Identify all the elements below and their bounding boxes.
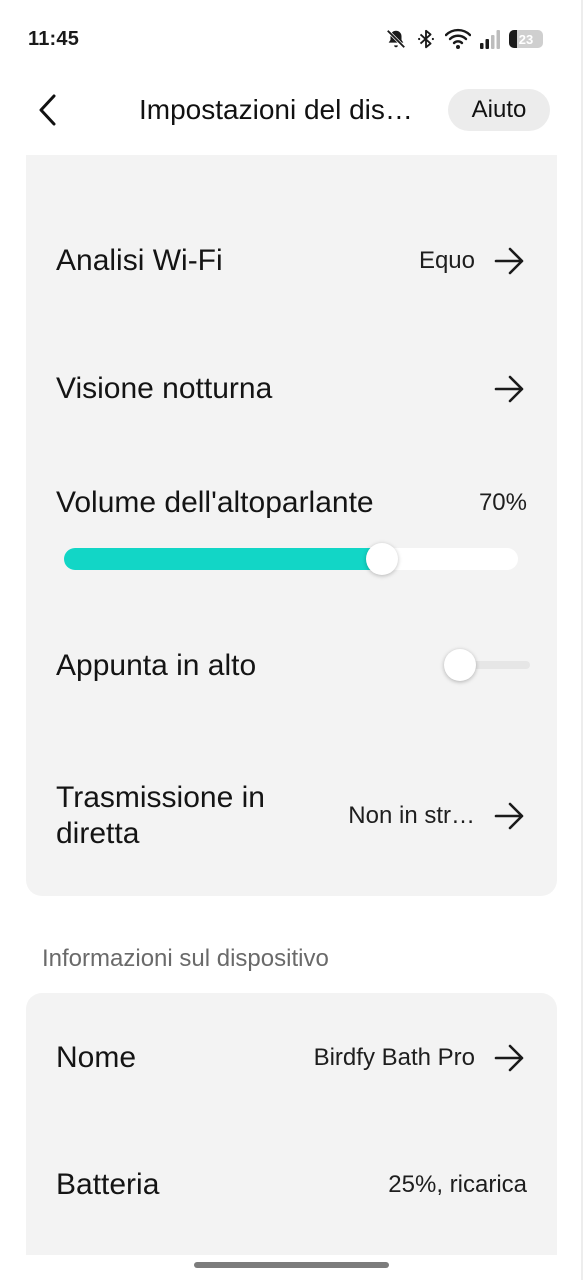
device-info-card: Nome Birdfy Bath Pro Batteria 25%, ricar… [26, 993, 557, 1255]
speaker-volume-slider[interactable] [64, 543, 518, 575]
battery-label: Batteria [56, 1168, 160, 1201]
wifi-analysis-label: Analisi Wi-Fi [56, 244, 223, 277]
live-stream-label: Trasmissione in diretta [56, 781, 265, 850]
help-button[interactable]: Aiuto [448, 89, 550, 131]
device-name-label: Nome [56, 1041, 137, 1074]
wifi-analysis-row[interactable]: Analisi Wi-Fi Equo [26, 227, 557, 295]
device-info-section-title: Informazioni sul dispositivo [42, 945, 329, 972]
status-icons: 23 [385, 28, 543, 50]
arrow-right-icon [494, 247, 524, 275]
toggle-knob [444, 649, 476, 681]
pin-top-label: Appunta in alto [56, 649, 257, 682]
header: Impostazioni del dis… Aiuto [0, 78, 583, 144]
bluetooth-icon [415, 28, 437, 50]
battery-row: Batteria 25%, ricarica [26, 1151, 557, 1219]
speaker-volume-row: Volume dell'altoparlante 70% [26, 470, 557, 536]
arrow-right-icon [494, 802, 524, 830]
night-vision-row[interactable]: Visione notturna [26, 355, 557, 423]
slider-fill [64, 548, 382, 570]
arrow-right-icon [494, 1044, 524, 1072]
battery-fill [509, 30, 517, 48]
settings-card: Analisi Wi-Fi Equo Visione notturna Volu… [26, 155, 557, 896]
battery-value: 25%, ricarica [388, 1171, 527, 1198]
live-stream-row[interactable]: Trasmissione in diretta Non in str… [26, 773, 557, 859]
arrow-right-icon [494, 375, 524, 403]
device-name-value: Birdfy Bath Pro [313, 1044, 475, 1071]
status-bar: 11:45 23 [0, 0, 583, 78]
speaker-volume-label: Volume dell'altoparlante [56, 486, 374, 519]
bell-off-icon [385, 28, 407, 50]
speaker-volume-value: 70% [478, 489, 527, 516]
pin-top-toggle[interactable] [444, 649, 530, 681]
slider-thumb[interactable] [365, 543, 398, 575]
wifi-icon [445, 28, 471, 50]
chevron-left-icon [39, 94, 56, 126]
page-title: Impostazioni del dis… [139, 94, 413, 125]
signal-icon [479, 28, 501, 50]
battery-level: 23 [518, 31, 534, 47]
status-time: 11:45 [28, 27, 80, 50]
wifi-analysis-value: Equo [418, 247, 475, 274]
battery-icon: 23 [509, 30, 543, 48]
live-stream-value: Non in str… [348, 802, 475, 829]
home-indicator[interactable] [194, 1262, 389, 1268]
device-name-row[interactable]: Nome Birdfy Bath Pro [26, 1024, 557, 1092]
night-vision-label: Visione notturna [56, 372, 273, 405]
back-button[interactable] [28, 90, 68, 130]
